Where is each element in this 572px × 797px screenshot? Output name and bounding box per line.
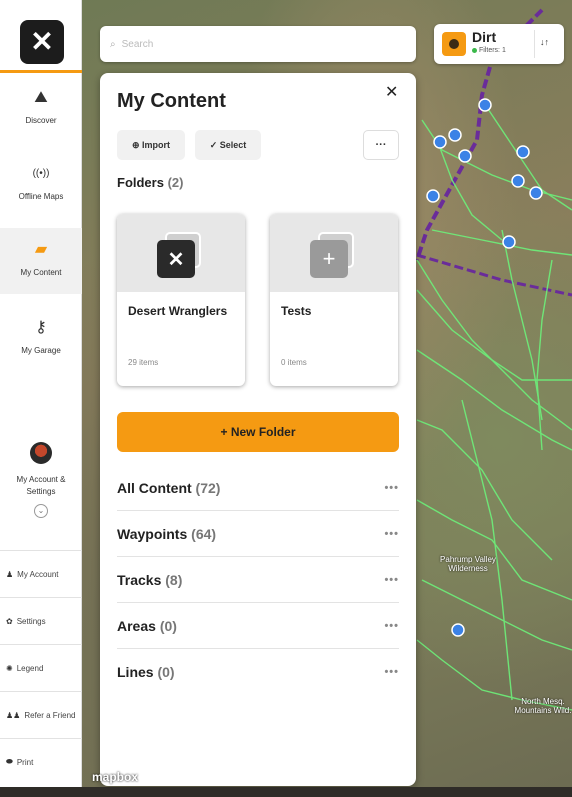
row-more-icon[interactable]: ••• [384, 574, 399, 586]
sidebar-item-label: My Garage [21, 346, 61, 355]
sidebar-item-my-content[interactable]: ▰ My Content [0, 228, 82, 294]
folders-heading: Folders (2) [117, 175, 183, 190]
folder-thumbnail: + [270, 214, 398, 292]
map-label-pahrump: Pahrump Valley Wilderness [440, 555, 496, 573]
explore-icon: ⛰ [34, 89, 48, 106]
divider [534, 30, 535, 58]
sidebar-item-my-garage[interactable]: ⚷ My Garage [0, 318, 82, 370]
list-item-tracks[interactable]: Tracks (8) ••• [117, 557, 399, 603]
row-count: (0) [159, 617, 177, 634]
sidebar-link-legend[interactable]: ✺ Legend [0, 644, 82, 691]
folder-name: Desert Wranglers [128, 304, 228, 318]
sidebar-link-label: Settings [16, 616, 46, 626]
filter-count-label: Filters: 1 [479, 47, 506, 54]
layer-icon [442, 32, 466, 56]
row-title: All Content [117, 479, 192, 496]
list-item-label: Lines (0) [117, 664, 175, 680]
chevron-down-icon[interactable]: ⌄ [34, 504, 48, 518]
folder-card-desert-wranglers[interactable]: ✕ Desert Wranglers 29 items [117, 214, 245, 386]
folder-card-tests[interactable]: + Tests 0 items [270, 214, 398, 386]
row-count: (8) [165, 571, 183, 588]
logo-x-icon: ✕ [30, 26, 54, 57]
search-icon: ⌕ [110, 38, 116, 50]
print-icon: ⬬ [6, 757, 13, 766]
sidebar-link-label: My Account [17, 569, 59, 579]
my-content-panel: My Content ✕ ⊕ Import ✓ Select ··· Folde… [100, 73, 416, 786]
folder-item-count: 29 items [128, 358, 159, 367]
bottom-bar [0, 787, 572, 797]
row-count: (72) [195, 479, 221, 496]
row-count: (64) [191, 525, 217, 542]
sidebar-link-my-account[interactable]: ♟ My Account [0, 550, 82, 597]
row-count: (0) [157, 664, 175, 680]
folder-logo-icon: ✕ [157, 240, 195, 278]
sidebar-item-label: My Content [20, 268, 62, 277]
sidebar-link-print[interactable]: ⬬ Print [0, 738, 82, 785]
sidebar-item-discover[interactable]: ⛰ Discover [0, 88, 82, 150]
list-item-waypoints[interactable]: Waypoints (64) ••• [117, 511, 399, 557]
select-button[interactable]: ✓ Select [195, 130, 261, 160]
row-title: Areas [117, 617, 156, 634]
list-item-label: All Content (72) [117, 480, 220, 496]
app-logo[interactable]: ✕ [20, 20, 64, 64]
left-sidebar: ✕ ⛰ Discover ((•)) Offline Maps ▰ My Con… [0, 0, 82, 797]
row-more-icon[interactable]: ••• [384, 620, 399, 632]
sidebar-link-label: Legend [16, 663, 44, 673]
sidebar-link-refer-a-friend[interactable]: ♟♟ Refer a Friend [0, 691, 82, 738]
row-title: Tracks [117, 571, 162, 588]
row-more-icon[interactable]: ••• [384, 666, 399, 678]
list-item-areas[interactable]: Areas (0) ••• [117, 603, 399, 649]
sidebar-item-offline-maps[interactable]: ((•)) Offline Maps [0, 164, 82, 226]
sidebar-link-settings[interactable]: ✿ Settings [0, 597, 82, 644]
map-label-north-mesquite: North Mesq. Mountains Wild. [514, 697, 572, 715]
row-more-icon[interactable]: ••• [384, 528, 399, 540]
sidebar-item-label: Discover [25, 116, 57, 125]
folder-name: Tests [281, 304, 312, 318]
map-layer-filter-chip[interactable]: Dirt Filters: 1 ↓↑ [434, 24, 564, 64]
sidebar-item-label: My Account & Settings [16, 475, 66, 496]
gear-icon: ✿ [6, 616, 13, 626]
sidebar-link-label: Refer a Friend [24, 710, 76, 720]
list-item-label: Tracks (8) [117, 572, 182, 588]
row-title: Waypoints [117, 525, 188, 542]
sidebar-link-label: Print [16, 757, 34, 767]
active-dot-icon [472, 48, 477, 53]
people-icon: ♟♟ [6, 710, 21, 720]
layer-title: Dirt [472, 29, 497, 45]
search-input[interactable]: ⌕ Search [100, 26, 416, 62]
import-button[interactable]: ⊕ Import [117, 130, 185, 160]
list-item-lines[interactable]: Lines (0) ••• [117, 649, 399, 695]
key-icon: ⚷ [35, 319, 47, 336]
folder-icon: ▰ [34, 241, 48, 258]
sidebar-item-account-settings[interactable]: My Account & Settings ⌄ [0, 442, 82, 532]
search-placeholder: Search [121, 38, 154, 50]
offline-signal-icon: ((•)) [32, 168, 50, 179]
row-more-icon[interactable]: ••• [384, 482, 399, 494]
close-icon[interactable]: ✕ [385, 82, 398, 102]
folder-thumbnail: ✕ [117, 214, 245, 292]
list-item-all-content[interactable]: All Content (72) ••• [117, 465, 399, 511]
plus-icon: + [310, 240, 348, 278]
list-item-label: Waypoints (64) [117, 526, 216, 542]
folder-item-count: 0 items [281, 358, 307, 367]
filter-status: Filters: 1 [472, 47, 506, 54]
folders-label: Folders [117, 175, 164, 190]
logo-accent-bar [0, 70, 82, 73]
legend-icon: ✺ [6, 663, 13, 673]
avatar [30, 442, 52, 464]
person-icon: ♟ [6, 569, 14, 579]
new-folder-button[interactable]: + New Folder [117, 412, 399, 452]
row-title: Lines [117, 664, 154, 680]
sort-arrows-icon[interactable]: ↓↑ [540, 37, 549, 47]
more-options-button[interactable]: ··· [363, 130, 399, 160]
mapbox-attribution[interactable]: mapbox [92, 770, 138, 784]
sidebar-item-label: Offline Maps [18, 192, 64, 201]
panel-title: My Content [117, 90, 226, 112]
folders-count: (2) [167, 175, 184, 190]
list-item-label: Areas (0) [117, 618, 177, 634]
